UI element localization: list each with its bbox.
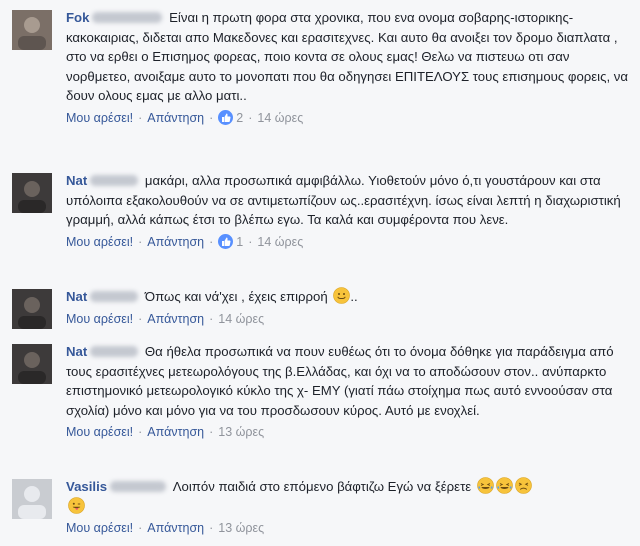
comment-suffix: .. (350, 289, 358, 304)
reply-link[interactable]: Απάντηση (147, 425, 204, 439)
comment-author[interactable]: Nat (66, 344, 87, 359)
like-link[interactable]: Μου αρέσει! (66, 111, 133, 125)
comment-thread: Fok Είναι η πρωτη φορα στα χρονικα, που … (0, 0, 640, 546)
reply-link[interactable]: Απάντηση (147, 312, 204, 326)
reply-link[interactable]: Απάντηση (147, 521, 204, 535)
avatar[interactable] (12, 344, 52, 384)
avatar[interactable] (12, 289, 52, 329)
comment-author[interactable]: Nat (66, 173, 87, 188)
comment-time[interactable]: 14 ώρες (257, 235, 303, 249)
like-count[interactable]: 1 (236, 235, 243, 249)
thumbs-up-icon[interactable] (218, 109, 234, 125)
comment-actions: Μου αρέσει! · Απάντηση · 13 ώρες (66, 521, 265, 535)
squint-emoji-icon (515, 477, 532, 494)
like-link[interactable]: Μου αρέσει! (66, 235, 133, 249)
redacted-name (110, 481, 167, 492)
comment-actions: Μου αρέσει! · Απάντηση · 1 · 14 ώρες (66, 233, 304, 249)
comment-time[interactable]: 14 ώρες (218, 312, 264, 326)
tears-of-joy-emoji-icon (477, 477, 494, 494)
like-link[interactable]: Μου αρέσει! (66, 312, 133, 326)
avatar[interactable] (12, 479, 52, 519)
like-link[interactable]: Μου αρέσει! (66, 521, 133, 535)
tongue-wink-emoji-icon (68, 496, 85, 514)
comment-body: Θα ήθελα προσωπικά να πουν ευθέως ότι το… (66, 344, 614, 418)
like-count[interactable]: 2 (236, 111, 243, 125)
comment-text: Fok Είναι η πρωτη φορα στα χρονικα, που … (66, 8, 632, 106)
comment-text: Nat μακάρι, αλλα προσωπικά αμφιβάλλω. Υι… (66, 171, 632, 230)
reply-link[interactable]: Απάντηση (147, 111, 204, 125)
like-link[interactable]: Μου αρέσει! (66, 425, 133, 439)
comment-author[interactable]: Fok (66, 10, 89, 25)
comment-body: μακάρι, αλλα προσωπικά αμφιβάλλω. Υιοθετ… (66, 173, 621, 227)
comment-actions: Μου αρέσει! · Απάντηση · 2 · 14 ώρες (66, 109, 304, 125)
comment-author[interactable]: Vasilis (66, 479, 107, 494)
comment-body: Όπως και νά'χει , έχεις επιρροή (144, 289, 328, 304)
comment-author[interactable]: Nat (66, 289, 87, 304)
avatar[interactable] (12, 10, 52, 50)
redacted-name (90, 175, 139, 186)
smile-emoji-icon (333, 287, 351, 304)
comment-body: Λοιπόν παιδιά στο επόμενο βάφτιζω Εγώ να… (172, 479, 472, 494)
comment-text: Nat Όπως και νά'χει , έχεις επιρροή .. (66, 287, 632, 307)
redacted-name (92, 12, 163, 23)
comment-time[interactable]: 13 ώρες (218, 425, 264, 439)
comment-text: Vasilis Λοιπόν παιδιά στο επόμενο βάφτιζ… (66, 477, 632, 516)
avatar[interactable] (12, 173, 52, 213)
comment-time[interactable]: 13 ώρες (218, 521, 264, 535)
comment-actions: Μου αρέσει! · Απάντηση · 13 ώρες (66, 425, 265, 439)
tears-of-joy-emoji-icon (496, 477, 513, 494)
redacted-name (90, 291, 139, 302)
comment-body: Είναι η πρωτη φορα στα χρονικα, που ενα … (66, 10, 629, 103)
comment-time[interactable]: 14 ώρες (257, 111, 303, 125)
thumbs-up-icon[interactable] (218, 233, 234, 249)
comment-actions: Μου αρέσει! · Απάντηση · 14 ώρες (66, 311, 265, 326)
comment-text: Nat Θα ήθελα προσωπικά να πουν ευθέως ότ… (66, 342, 632, 420)
reply-link[interactable]: Απάντηση (147, 235, 204, 249)
redacted-name (90, 346, 139, 357)
